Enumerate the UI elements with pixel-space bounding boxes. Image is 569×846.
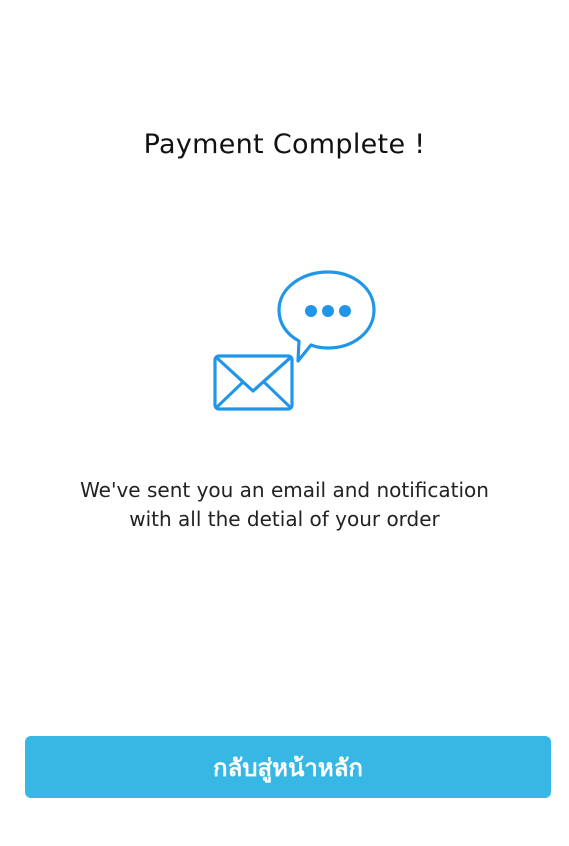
- payment-complete-screen: Payment Complete ! We've sent you an ema…: [0, 0, 569, 846]
- back-to-home-button[interactable]: กลับสู่หน้าหลัก: [25, 736, 551, 798]
- confirmation-message-line-2: with all the detial of your order: [129, 507, 440, 531]
- envelope-icon: [213, 354, 294, 411]
- page-title: Payment Complete !: [143, 129, 426, 160]
- chat-bubble-icon: [277, 270, 376, 363]
- confirmation-message-line-1: We've sent you an email and notification: [80, 478, 489, 502]
- email-notification-illustration: [210, 268, 380, 414]
- confirmation-message: We've sent you an email and notification…: [0, 476, 569, 534]
